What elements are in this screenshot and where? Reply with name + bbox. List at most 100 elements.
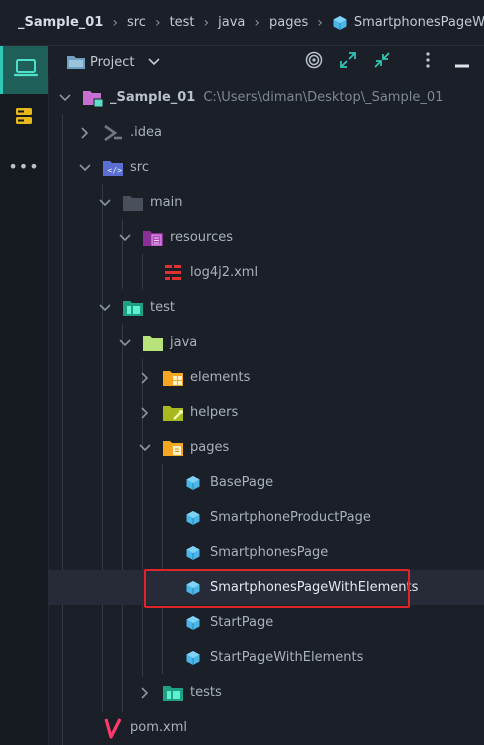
tree-item-label: helpers (190, 405, 239, 420)
tree-item-label: test (150, 300, 175, 315)
tree-row-test[interactable]: test (48, 290, 484, 325)
breadcrumb-item-pages[interactable]: pages (269, 15, 308, 30)
tree-item-label: pages (190, 440, 230, 455)
folder-icon (122, 192, 144, 214)
tree-item-label: SmartphoneProductPage (210, 510, 371, 525)
database-icon (14, 106, 34, 130)
project-view-label: Project (90, 54, 135, 70)
chevron-down-icon[interactable] (78, 161, 92, 175)
collapse-icon (373, 51, 391, 73)
chevron-right-icon: › (203, 14, 210, 31)
project-tool-button[interactable] (0, 46, 48, 94)
tree-row-elements[interactable]: elements (48, 360, 484, 395)
tree-item-label: src (130, 160, 149, 175)
chevron-down-icon[interactable] (118, 336, 132, 350)
folder-icon (64, 46, 88, 78)
tree-item-label: elements (190, 370, 251, 385)
tree-item-label: resources (170, 230, 234, 245)
tree-item-path: C:\Users\diman\Desktop\_Sample_01 (203, 90, 444, 105)
tree-item-label: log4j2.xml (190, 265, 259, 280)
tree-item-label: main (150, 195, 183, 210)
maven-file-icon (102, 717, 124, 739)
breadcrumb-item-java[interactable]: java (218, 15, 245, 30)
test-package-folder-icon (162, 682, 184, 704)
tree-row-src[interactable]: </> src (48, 150, 484, 185)
hide-button[interactable] (450, 46, 474, 78)
package-folder-icon (162, 367, 184, 389)
chevron-down-icon (148, 58, 161, 66)
package-folder-icon (162, 402, 184, 424)
tree-scrollbar[interactable] (476, 80, 484, 745)
project-toolbar: Project (48, 46, 484, 78)
chevron-down-icon[interactable] (98, 301, 112, 315)
tree-row-main[interactable]: main (48, 185, 484, 220)
tree-row-idea[interactable]: .idea (48, 115, 484, 150)
svg-text:</>: </> (108, 166, 123, 175)
module-folder-icon (82, 87, 104, 109)
select-opened-file-button[interactable] (302, 46, 326, 78)
java-class-icon (182, 472, 204, 494)
project-view-dropdown[interactable]: Project (90, 46, 180, 78)
tree-row-basepage[interactable]: BasePage (48, 465, 484, 500)
java-class-icon (182, 507, 204, 529)
more-vertical-icon (425, 51, 431, 73)
java-class-icon (182, 542, 204, 564)
tree-item-label: StartPage (210, 615, 274, 630)
test-root-folder-icon (142, 332, 164, 354)
chevron-right-icon[interactable] (138, 371, 152, 385)
test-folder-icon (122, 297, 144, 319)
xml-file-icon (162, 262, 184, 284)
collapse-all-button[interactable] (370, 46, 394, 78)
tree-row-smartphoneproductpage[interactable]: SmartphoneProductPage (48, 500, 484, 535)
minimize-icon (455, 53, 469, 72)
breadcrumb-item-class[interactable]: SmartphonesPageWith (354, 15, 484, 30)
tree-row-resources[interactable]: resources (48, 220, 484, 255)
structure-tool-button[interactable] (0, 94, 48, 142)
tree-item-label: _Sample_01 (110, 90, 196, 105)
tree-item-label: SmartphonesPage (210, 545, 329, 560)
java-class-icon (182, 647, 204, 669)
tree-row-startpagewithelements[interactable]: StartPageWithElements (48, 640, 484, 675)
expand-all-button[interactable] (336, 46, 360, 78)
laptop-icon (13, 58, 38, 82)
java-class-icon (182, 612, 204, 634)
breadcrumb-item-src[interactable]: src (127, 15, 146, 30)
java-class-icon (182, 577, 204, 599)
source-folder-icon: </> (102, 157, 124, 179)
package-folder-icon (162, 437, 184, 459)
tree-row-tests[interactable]: tests (48, 675, 484, 710)
chevron-right-icon: › (154, 14, 161, 31)
tree-row-helpers[interactable]: helpers (48, 395, 484, 430)
chevron-right-icon: › (254, 14, 260, 31)
options-button[interactable] (418, 46, 438, 78)
tree-row-pom[interactable]: pom.xml (48, 710, 484, 745)
chevron-right-icon[interactable] (78, 126, 92, 140)
tree-row-pages[interactable]: pages (48, 430, 484, 465)
resources-folder-icon (142, 227, 164, 249)
project-tree: _Sample_01 C:\Users\diman\Desktop\_Sampl… (48, 80, 484, 745)
chevron-down-icon[interactable] (138, 441, 152, 455)
tree-item-label: pom.xml (130, 720, 187, 735)
tree-row-startpage[interactable]: StartPage (48, 605, 484, 640)
more-horizontal-icon: ••• (8, 156, 40, 176)
breadcrumb: _Sample_01 › src › test › java › pages ›… (0, 0, 484, 46)
chevron-right-icon[interactable] (138, 406, 152, 420)
chevron-down-icon[interactable] (118, 231, 132, 245)
breadcrumb-item-test[interactable]: test (170, 15, 195, 30)
tree-row-log4j2[interactable]: log4j2.xml (48, 255, 484, 290)
tree-item-label: SmartphonesPageWithElements (210, 580, 419, 595)
chevron-right-icon: › (317, 14, 323, 31)
more-tools-button[interactable]: ••• (0, 142, 48, 190)
tree-row-smartphonespage[interactable]: SmartphonesPage (48, 535, 484, 570)
chevron-down-icon[interactable] (98, 196, 112, 210)
tree-item-label: java (170, 335, 198, 350)
idea-folder-icon (102, 122, 124, 144)
tree-item-label: tests (190, 685, 222, 700)
breadcrumb-item-project[interactable]: _Sample_01 (18, 15, 103, 30)
tree-row-root[interactable]: _Sample_01 C:\Users\diman\Desktop\_Sampl… (48, 80, 484, 115)
expand-icon (339, 51, 357, 73)
chevron-right-icon[interactable] (138, 686, 152, 700)
tree-row-smartphonespagewithelements[interactable]: SmartphonesPageWithElements (48, 570, 484, 605)
tree-row-java[interactable]: java (48, 325, 484, 360)
chevron-down-icon[interactable] (58, 91, 72, 105)
